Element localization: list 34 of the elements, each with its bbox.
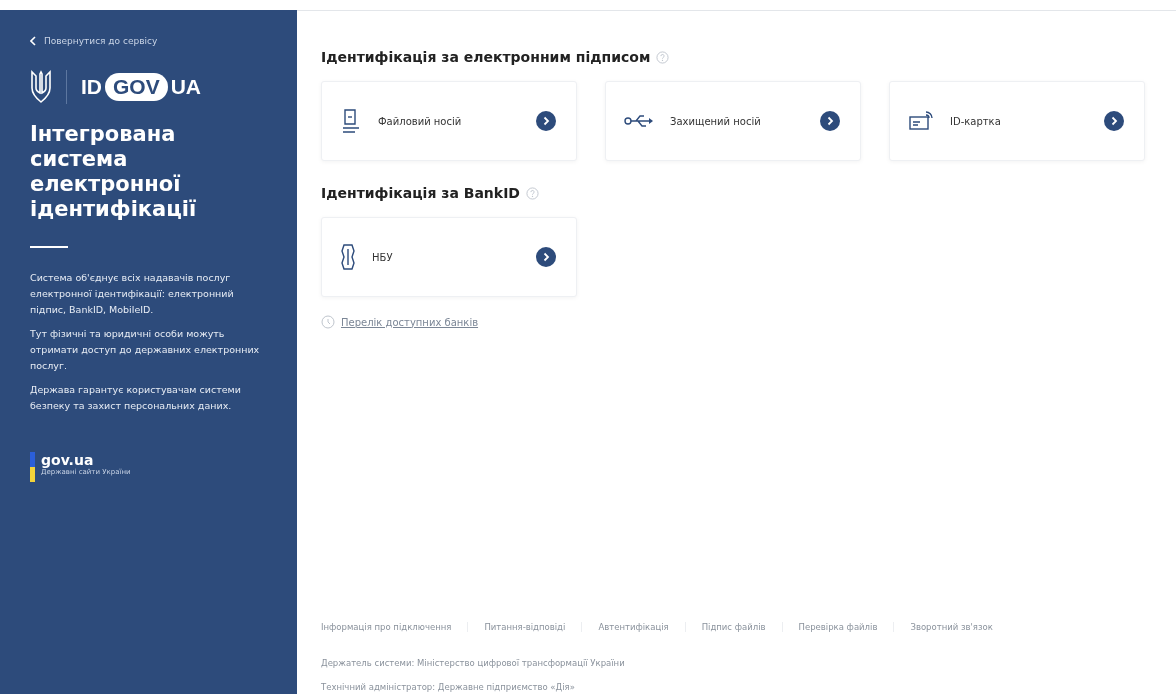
trident-icon (30, 70, 52, 104)
section-title: Ідентифікація за електронним підписом (321, 49, 651, 65)
footer-link[interactable]: Підпис файлів (701, 622, 783, 632)
login-option-card[interactable]: ID-картка (889, 81, 1145, 161)
footer-note: Держатель системи: Міністерство цифрової трансформації України (321, 658, 626, 668)
document-icon (340, 108, 362, 134)
footer-note: Технічний адміністратор: Державне підприємство «Дія» (321, 682, 576, 692)
login-option-card[interactable]: Файловий носій (321, 81, 577, 161)
help-icon[interactable] (525, 186, 539, 200)
footer-link[interactable]: Питання-відповіді (484, 622, 583, 632)
section-title: Ідентифікація за BankID (321, 185, 520, 201)
footer-link[interactable]: Автентифікація (598, 622, 686, 632)
sidebar-paragraph: Держава гарантує користувачам системи безпеку та захист персональних даних. (30, 383, 242, 413)
footer-link[interactable]: Перевірка файлів (798, 622, 895, 632)
gov-logo-text: gov.ua (41, 452, 95, 468)
login-option-card[interactable]: НБУ (321, 217, 577, 297)
usb-icon (624, 114, 654, 128)
sidebar-title: Інтегрована система електронної ідентифікації (30, 122, 198, 222)
logo-badge: GOV (105, 73, 168, 101)
back-link[interactable]: Повернутися до сервісу (30, 36, 158, 46)
id-card-icon (908, 110, 934, 132)
logo-text: UA (170, 75, 202, 99)
login-option-card[interactable]: Захищений носій (605, 81, 861, 161)
banks-link[interactable]: Перелік доступних банків (321, 315, 479, 329)
help-icon[interactable] (656, 50, 670, 64)
clock-icon (321, 315, 335, 329)
sidebar-paragraph: Система об'єднує всіх надавачів послуг електронної ідентифікації: електронний підпис, BankID, MobileID. (30, 271, 235, 317)
flag-icon (30, 452, 35, 482)
footer-link[interactable]: Інформація про підключення (321, 622, 469, 632)
chevron-left-icon (30, 36, 36, 46)
footer-link[interactable]: Зворотний зв'язок (910, 622, 1009, 632)
bank-icon (340, 243, 356, 271)
logo-text: ID (81, 75, 102, 99)
sidebar-paragraph: Тут фізичні та юридичні особи можуть отримати доступ до державних електронних послуг. (30, 327, 261, 373)
